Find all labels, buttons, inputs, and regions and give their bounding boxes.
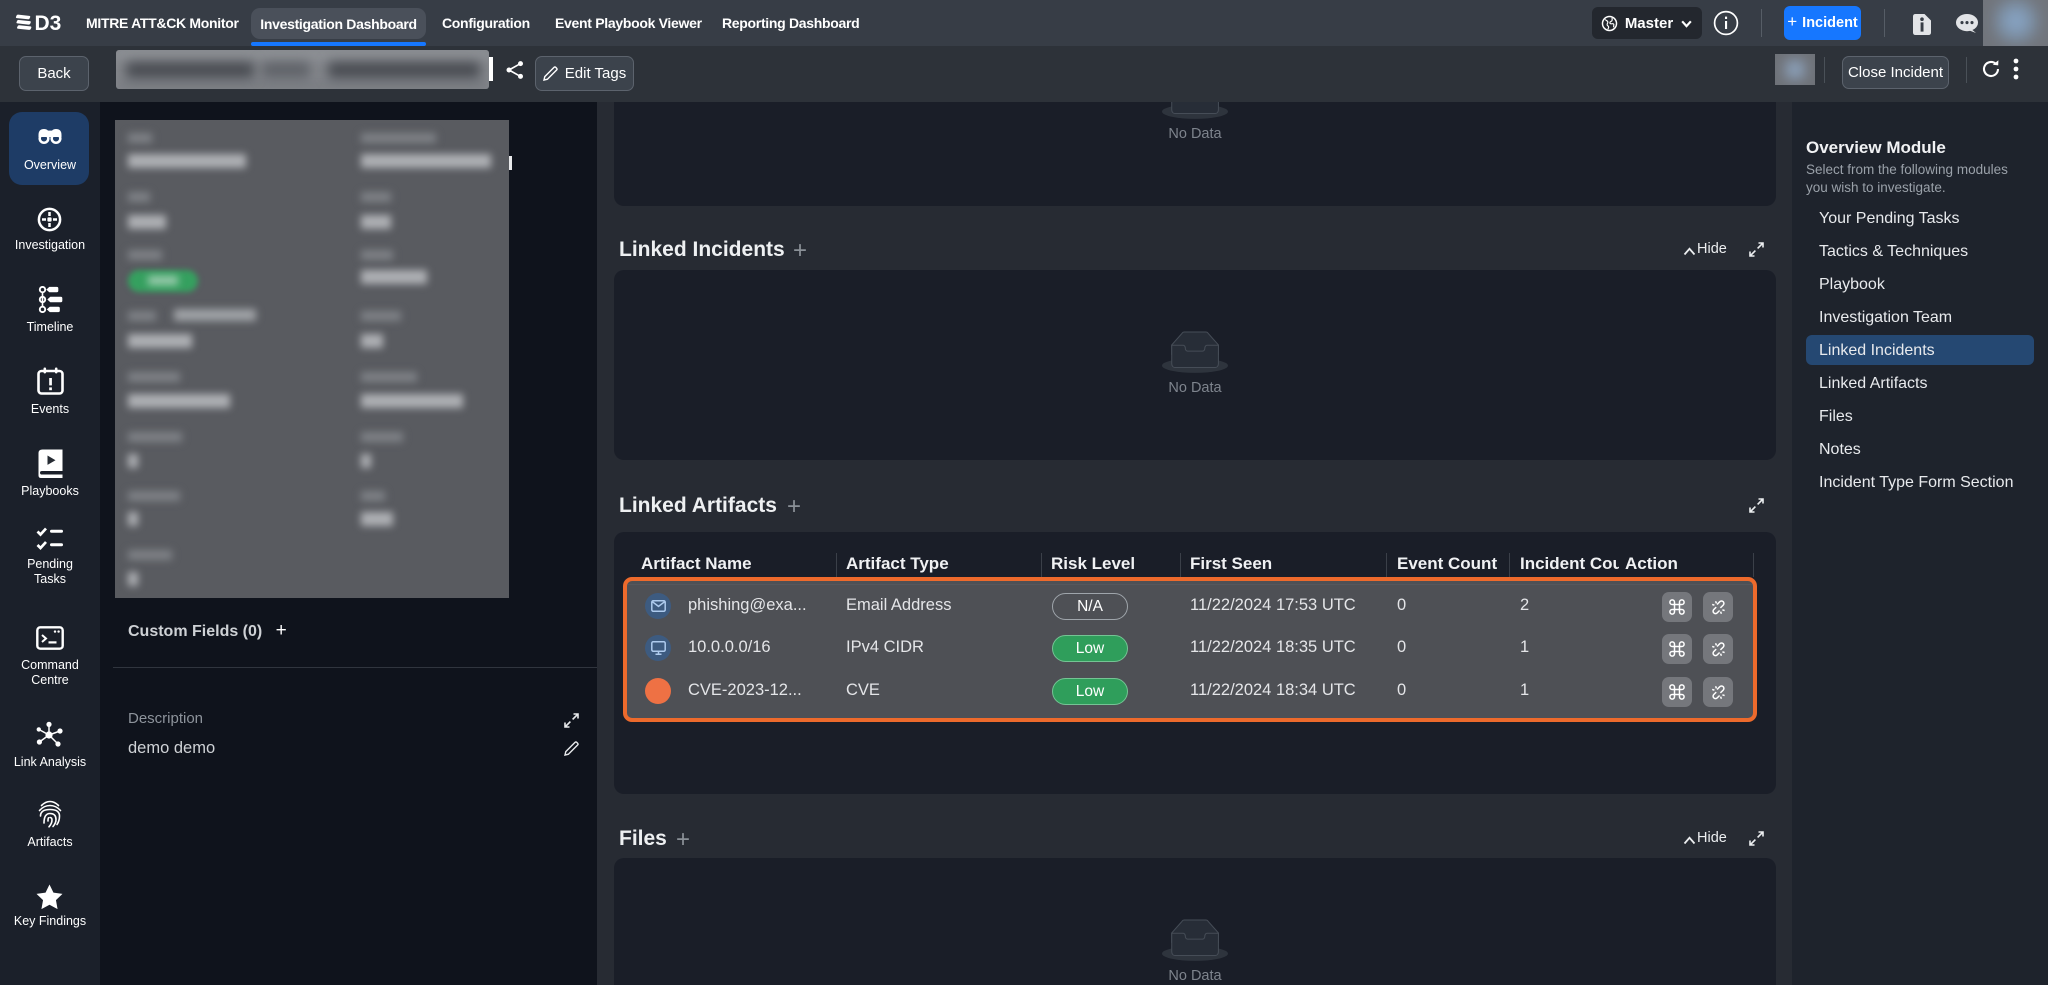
svg-text:D3: D3 <box>35 13 62 33</box>
